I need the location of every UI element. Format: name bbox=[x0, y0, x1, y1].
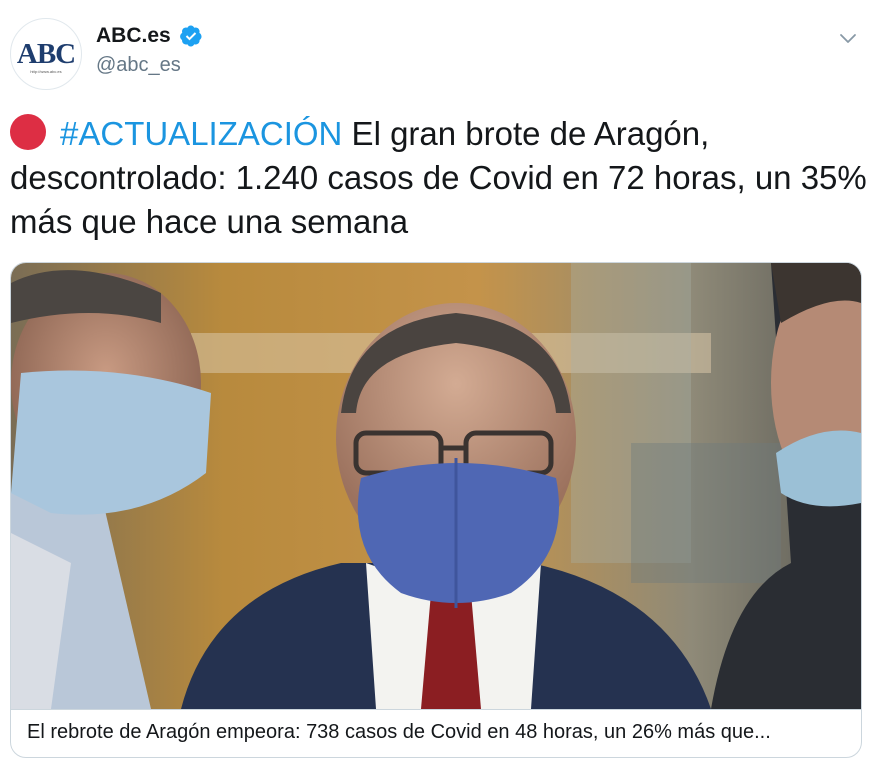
card-caption[interactable]: El rebrote de Aragón empeora: 738 casos … bbox=[11, 709, 861, 757]
verified-badge-icon bbox=[180, 25, 202, 47]
account-handle[interactable]: @abc_es bbox=[96, 54, 203, 77]
tweet-header: ABC http://www.abc.es ABC.es @abc_es bbox=[10, 14, 874, 94]
abc-logo-subtext: http://www.abc.es bbox=[30, 69, 62, 74]
avatar[interactable]: ABC http://www.abc.es bbox=[10, 18, 82, 90]
hashtag-link[interactable]: #ACTUALIZACIÓN bbox=[60, 115, 342, 152]
link-card[interactable]: El rebrote de Aragón empeora: 738 casos … bbox=[10, 262, 862, 758]
card-image[interactable] bbox=[11, 263, 861, 709]
red-circle-icon bbox=[10, 114, 46, 150]
chevron-down-icon[interactable] bbox=[838, 28, 858, 48]
display-name[interactable]: ABC.es bbox=[96, 24, 171, 48]
abc-logo: ABC bbox=[16, 38, 76, 70]
account-info[interactable]: ABC.es @abc_es bbox=[96, 24, 203, 77]
tweet-text: #ACTUALIZACIÓN El gran brote de Aragón, … bbox=[10, 112, 870, 244]
